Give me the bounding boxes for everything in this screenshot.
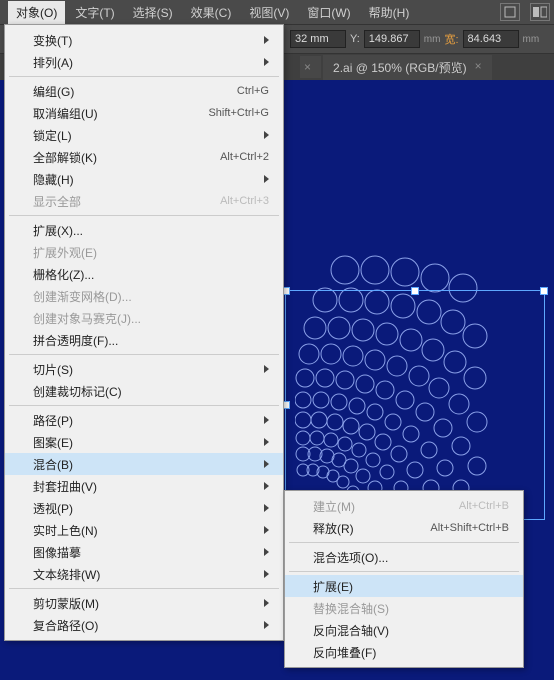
menu-type[interactable]: 文字(T) [67, 1, 122, 24]
selection-bounds [285, 290, 545, 520]
menu-clipping-mask[interactable]: 剪切蒙版(M) [5, 592, 283, 614]
menu-window[interactable]: 窗口(W) [299, 1, 358, 24]
submenu-reverse-front[interactable]: 反向堆叠(F) [285, 641, 523, 663]
menu-path[interactable]: 路径(P) [5, 409, 283, 431]
menu-rasterize[interactable]: 栅格化(Z)... [5, 263, 283, 285]
menu-unlock-all[interactable]: 全部解锁(K)Alt+Ctrl+2 [5, 146, 283, 168]
submenu-release[interactable]: 释放(R)Alt+Shift+Ctrl+B [285, 517, 523, 539]
submenu-make: 建立(M)Alt+Ctrl+B [285, 495, 523, 517]
tab-label: 2.ai @ 150% (RGB/预览) [333, 59, 467, 76]
w-label: 宽: [444, 31, 458, 47]
menu-expand-appearance: 扩展外观(E) [5, 241, 283, 263]
submenu-reverse-spine[interactable]: 反向混合轴(V) [285, 619, 523, 641]
menu-view[interactable]: 视图(V) [241, 1, 297, 24]
handle-ne[interactable] [540, 287, 548, 295]
menu-pattern[interactable]: 图案(E) [5, 431, 283, 453]
y-label: Y: [350, 33, 360, 45]
menu-arrange[interactable]: 排列(A) [5, 51, 283, 73]
menu-compound-path[interactable]: 复合路径(O) [5, 614, 283, 636]
menu-image-trace[interactable]: 图像描摹 [5, 541, 283, 563]
menu-object[interactable]: 对象(O) [8, 1, 65, 24]
menu-gradient-mesh: 创建渐变网格(D)... [5, 285, 283, 307]
unit-mm-1: mm [424, 34, 441, 45]
submenu-blend-options[interactable]: 混合选项(O)... [285, 546, 523, 568]
menu-hide[interactable]: 隐藏(H) [5, 168, 283, 190]
doc-layout-icon[interactable] [500, 3, 520, 21]
menu-group[interactable]: 编组(G)Ctrl+G [5, 80, 283, 102]
menu-help[interactable]: 帮助(H) [361, 1, 418, 24]
menu-show-all: 显示全部Alt+Ctrl+3 [5, 190, 283, 212]
menu-live-paint[interactable]: 实时上色(N) [5, 519, 283, 541]
menu-envelope[interactable]: 封套扭曲(V) [5, 475, 283, 497]
menu-bar: 对象(O) 文字(T) 选择(S) 效果(C) 视图(V) 窗口(W) 帮助(H… [0, 0, 554, 24]
menu-flatten[interactable]: 拼合透明度(F)... [5, 329, 283, 351]
menu-mosaic: 创建对象马赛克(J)... [5, 307, 283, 329]
blend-submenu: 建立(M)Alt+Ctrl+B 释放(R)Alt+Shift+Ctrl+B 混合… [284, 490, 524, 668]
x-value[interactable]: 32 mm [290, 30, 346, 48]
menu-trim-marks[interactable]: 创建裁切标记(C) [5, 380, 283, 402]
y-value[interactable]: 149.867 [364, 30, 420, 48]
menu-transform[interactable]: 变换(T) [5, 29, 283, 51]
close-icon[interactable]: × [475, 59, 482, 76]
tab-partial[interactable]: × [300, 56, 321, 78]
menu-ungroup[interactable]: 取消编组(U)Shift+Ctrl+G [5, 102, 283, 124]
menu-text-wrap[interactable]: 文本绕排(W) [5, 563, 283, 585]
menu-effect[interactable]: 效果(C) [183, 1, 240, 24]
unit-mm-2: mm [523, 34, 540, 45]
close-icon[interactable]: × [304, 60, 311, 74]
menu-expand[interactable]: 扩展(X)... [5, 219, 283, 241]
object-menu-dropdown: 变换(T) 排列(A) 编组(G)Ctrl+G 取消编组(U)Shift+Ctr… [4, 24, 284, 641]
submenu-expand[interactable]: 扩展(E) [285, 575, 523, 597]
menu-lock[interactable]: 锁定(L) [5, 124, 283, 146]
menu-blend[interactable]: 混合(B) [5, 453, 283, 475]
menu-perspective[interactable]: 透视(P) [5, 497, 283, 519]
menu-slice[interactable]: 切片(S) [5, 358, 283, 380]
menu-select[interactable]: 选择(S) [125, 1, 181, 24]
arrange-docs-icon[interactable] [530, 3, 550, 21]
w-value[interactable]: 84.643 [463, 30, 519, 48]
handle-n[interactable] [411, 287, 419, 295]
submenu-replace-spine: 替换混合轴(S) [285, 597, 523, 619]
tab-2ai[interactable]: 2.ai @ 150% (RGB/预览) × [323, 55, 492, 80]
